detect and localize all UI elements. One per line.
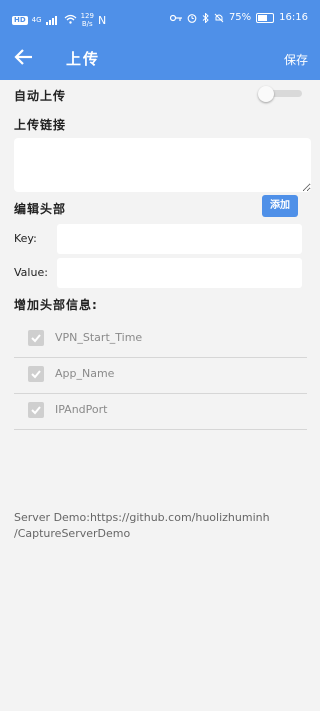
signal-icon bbox=[45, 15, 60, 25]
server-demo-line-2: /CaptureServerDemo bbox=[14, 527, 131, 540]
status-bar: HD 4G 129 B/s N 75% 16:16 bbox=[0, 0, 320, 36]
battery-percent: 75% bbox=[228, 12, 252, 23]
extra-header-label: 增加头部信息: bbox=[14, 298, 98, 312]
status-right: 75% 16:16 bbox=[169, 12, 308, 23]
key-icon bbox=[169, 14, 182, 22]
hd-badge: HD bbox=[12, 15, 28, 25]
network-speed: 129 B/s bbox=[81, 12, 94, 28]
upload-link-label: 上传链接 bbox=[14, 118, 67, 132]
value-label: Value: bbox=[14, 266, 48, 279]
bluetooth-icon bbox=[202, 12, 209, 23]
checkbox-label: App_Name bbox=[55, 367, 115, 380]
save-button[interactable]: 保存 bbox=[284, 51, 308, 68]
edit-header-label: 编辑头部 bbox=[14, 202, 67, 216]
auto-upload-toggle[interactable] bbox=[258, 86, 302, 102]
speed-value: 129 bbox=[80, 12, 94, 20]
server-demo-line-1: Server Demo:https://github.com/huolizhum… bbox=[14, 511, 270, 524]
nfc-icon: N bbox=[97, 13, 107, 27]
extra-header-item: IPAndPort bbox=[14, 393, 307, 430]
add-header-button[interactable]: 添加 bbox=[262, 195, 298, 217]
checkbox-label: IPAndPort bbox=[55, 403, 108, 416]
server-demo-text: Server Demo:https://github.com/huolizhum… bbox=[14, 510, 308, 542]
extra-header-item: App_Name bbox=[14, 357, 307, 394]
key-input[interactable] bbox=[57, 224, 302, 254]
extra-header-item: VPN_Start_Time bbox=[14, 321, 307, 358]
checkbox-ip-and-port[interactable] bbox=[28, 402, 44, 418]
battery-icon bbox=[256, 12, 275, 23]
checkbox-app-name[interactable] bbox=[28, 366, 44, 382]
upload-link-input[interactable] bbox=[14, 138, 311, 192]
wifi-icon bbox=[64, 14, 77, 27]
speed-unit: B/s bbox=[81, 20, 93, 28]
network-type: 4G bbox=[31, 16, 42, 24]
value-input[interactable] bbox=[57, 258, 302, 288]
toggle-thumb bbox=[258, 86, 274, 102]
checkbox-label: VPN_Start_Time bbox=[55, 331, 143, 344]
back-arrow-icon[interactable] bbox=[14, 48, 36, 68]
mute-icon bbox=[214, 13, 224, 23]
clock: 16:16 bbox=[279, 12, 308, 23]
page-title: 上传 bbox=[66, 50, 101, 68]
battery-fill bbox=[258, 14, 268, 21]
status-left: HD 4G 129 B/s N bbox=[12, 12, 106, 28]
alarm-icon bbox=[187, 13, 197, 23]
key-label: Key: bbox=[14, 232, 37, 245]
auto-upload-label: 自动上传 bbox=[14, 89, 67, 103]
checkbox-vpn-start-time[interactable] bbox=[28, 330, 44, 346]
app-bar: 上传 保存 bbox=[0, 36, 320, 80]
